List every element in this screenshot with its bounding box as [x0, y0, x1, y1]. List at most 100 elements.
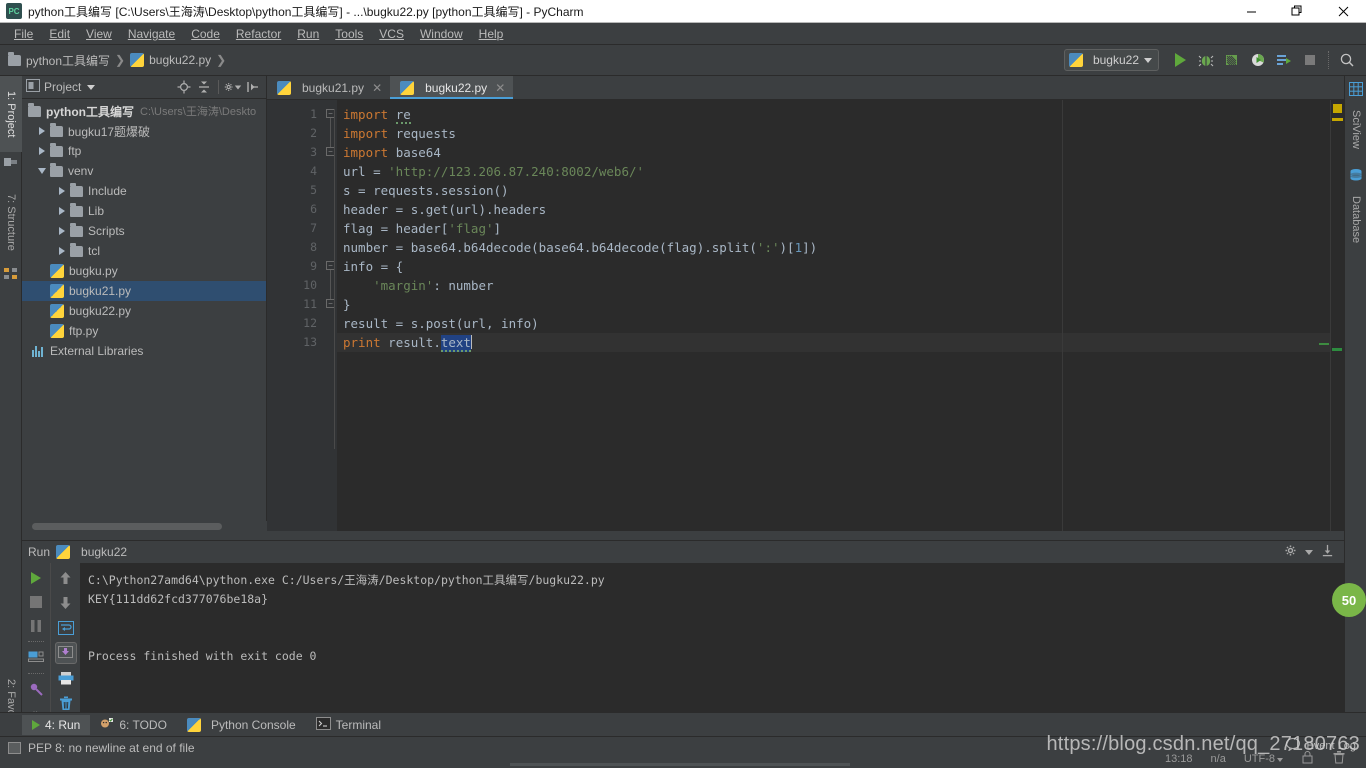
scrollbar-thumb[interactable] [32, 523, 222, 530]
menu-run[interactable]: Run [289, 25, 327, 43]
tree-row-include[interactable]: Include [22, 181, 266, 201]
warning-stripe[interactable] [1332, 118, 1343, 121]
scroll-down-icon[interactable] [55, 592, 77, 614]
code-line-11[interactable]: } [337, 295, 1344, 314]
menu-file[interactable]: File [6, 25, 41, 43]
tree-row-venv[interactable]: venv [22, 161, 266, 181]
menu-code[interactable]: Code [183, 25, 228, 43]
menu-tools[interactable]: Tools [327, 25, 371, 43]
rerun-icon[interactable] [25, 567, 47, 588]
menu-window[interactable]: Window [412, 25, 471, 43]
debug-button[interactable] [1194, 48, 1218, 72]
maximize-button[interactable] [1274, 0, 1320, 23]
chevron-down-icon[interactable] [1305, 549, 1313, 555]
code-line-13[interactable]: print result.text [337, 333, 1344, 352]
sidebar-tab-sciview[interactable]: SciView [1345, 98, 1366, 160]
breadcrumb-file[interactable]: bugku22.py ❯ [130, 53, 231, 67]
minimize-button[interactable] [1228, 0, 1274, 23]
code-editor[interactable]: 1 2 3 4 5 6 7 8 9 10 11 12 13 − − − − im… [267, 100, 1344, 531]
chevron-right-icon[interactable] [56, 205, 68, 217]
profile-button[interactable] [1246, 48, 1270, 72]
tree-row-scripts[interactable]: Scripts [22, 221, 266, 241]
scroll-to-end-icon[interactable] [54, 642, 77, 664]
tree-row-bugku22-py[interactable]: bugku22.py [22, 301, 266, 321]
clear-all-trash-icon[interactable] [55, 692, 77, 714]
chevron-right-icon[interactable] [36, 145, 48, 157]
hide-panel-icon[interactable] [244, 78, 262, 96]
bottom-tab-terminal[interactable]: Terminal [306, 714, 391, 736]
stop-button[interactable] [1298, 48, 1322, 72]
chevron-right-icon[interactable] [56, 245, 68, 257]
typo-marker[interactable] [1332, 348, 1342, 351]
console-view-icon[interactable] [25, 647, 47, 668]
close-button[interactable] [1320, 0, 1366, 23]
bottom-tab-python-console[interactable]: Python Console [177, 715, 306, 735]
pin-icon[interactable] [25, 679, 47, 700]
run-configuration-selector[interactable]: bugku22 [1063, 49, 1159, 71]
code-line-12[interactable]: result = s.post(url, info) [337, 314, 1344, 333]
menu-navigate[interactable]: Navigate [120, 25, 183, 43]
bottom-tab-run[interactable]: 4: Run [22, 714, 91, 735]
trash-icon[interactable] [1332, 750, 1346, 767]
code-line-8[interactable]: number = base64.b64decode(base64.b64deco… [337, 238, 1344, 257]
pause-icon[interactable] [25, 615, 47, 636]
chevron-down-icon[interactable] [36, 165, 48, 177]
hide-panel-icon[interactable] [1321, 544, 1334, 560]
menu-refactor[interactable]: Refactor [228, 25, 289, 43]
code-line-3[interactable]: import base64 [337, 143, 1344, 162]
collapse-all-icon[interactable] [195, 78, 213, 96]
status-encoding[interactable]: UTF-8 [1244, 753, 1283, 765]
tree-row-external-libraries[interactable]: External Libraries [22, 341, 266, 361]
tree-row-ftp-folder[interactable]: ftp [22, 141, 266, 161]
code-folding-strip[interactable]: − − − − [325, 100, 337, 531]
settings-gear-icon[interactable] [224, 78, 242, 96]
run-button[interactable] [1168, 48, 1192, 72]
tree-row-bugku-py[interactable]: bugku.py [22, 261, 266, 281]
soft-wrap-icon[interactable] [55, 617, 77, 639]
chevron-right-icon[interactable] [56, 185, 68, 197]
tree-row-bugku21-py[interactable]: bugku21.py [22, 281, 266, 301]
editor-tab-bugku21[interactable]: bugku21.py ✕ [267, 76, 391, 99]
menu-view[interactable]: View [78, 25, 120, 43]
project-horizontal-scrollbar[interactable] [22, 521, 267, 531]
chevron-down-icon[interactable] [87, 84, 96, 90]
status-line-column[interactable]: n/a [1211, 753, 1226, 765]
search-everywhere-icon[interactable] [1335, 48, 1359, 72]
sidebar-tab-structure[interactable]: 7: Structure [0, 181, 22, 263]
code-line-10[interactable]: 'margin': number [337, 276, 1344, 295]
tree-row-lib[interactable]: Lib [22, 201, 266, 221]
code-line-9[interactable]: info = { [337, 257, 1344, 276]
menu-help[interactable]: Help [471, 25, 512, 43]
locate-icon[interactable] [175, 78, 193, 96]
floating-badge[interactable]: 50 [1332, 583, 1366, 617]
close-icon[interactable]: ✕ [495, 81, 505, 95]
sidebar-tab-project[interactable]: 1: Project [0, 76, 22, 152]
scroll-up-icon[interactable] [55, 567, 77, 589]
code-line-4[interactable]: url = 'http://123.206.87.240:8002/web6/' [337, 162, 1344, 181]
lock-icon[interactable] [1301, 750, 1314, 767]
code-line-5[interactable]: s = requests.session() [337, 181, 1344, 200]
close-icon[interactable]: ✕ [372, 81, 382, 95]
edit-configurations-button[interactable] [1272, 48, 1296, 72]
code-line-2[interactable]: import requests [337, 124, 1344, 143]
code-line-1[interactable]: import re [337, 105, 1344, 124]
code-text[interactable]: import re import requests import base64 … [337, 100, 1344, 531]
inspection-status[interactable]: PEP 8: no newline at end of file [8, 741, 195, 755]
tree-row-tcl[interactable]: tcl [22, 241, 266, 261]
chevron-right-icon[interactable] [56, 225, 68, 237]
run-console-output[interactable]: C:\Python27amd64\python.exe C:/Users/王海涛… [80, 563, 1344, 724]
bottom-tab-todo[interactable]: 6: TODO [90, 714, 177, 736]
editor-marker-scrollbar[interactable] [1330, 100, 1344, 531]
code-line-6[interactable]: header = s.get(url).headers [337, 200, 1344, 219]
chevron-right-icon[interactable] [36, 125, 48, 137]
menu-edit[interactable]: Edit [41, 25, 78, 43]
tree-row-bugku17[interactable]: bugku17题爆破 [22, 121, 266, 141]
breadcrumb-project[interactable]: python工具编写 ❯ [8, 51, 130, 69]
status-time[interactable]: 13:18 [1165, 753, 1193, 765]
menu-vcs[interactable]: VCS [371, 25, 412, 43]
coverage-button[interactable] [1220, 48, 1244, 72]
settings-gear-icon[interactable] [1284, 544, 1297, 560]
tree-row-project-root[interactable]: python工具编写 C:\Users\王海涛\Deskto [22, 101, 266, 121]
code-line-7[interactable]: flag = header['flag'] [337, 219, 1344, 238]
warning-marker[interactable] [1333, 104, 1342, 113]
